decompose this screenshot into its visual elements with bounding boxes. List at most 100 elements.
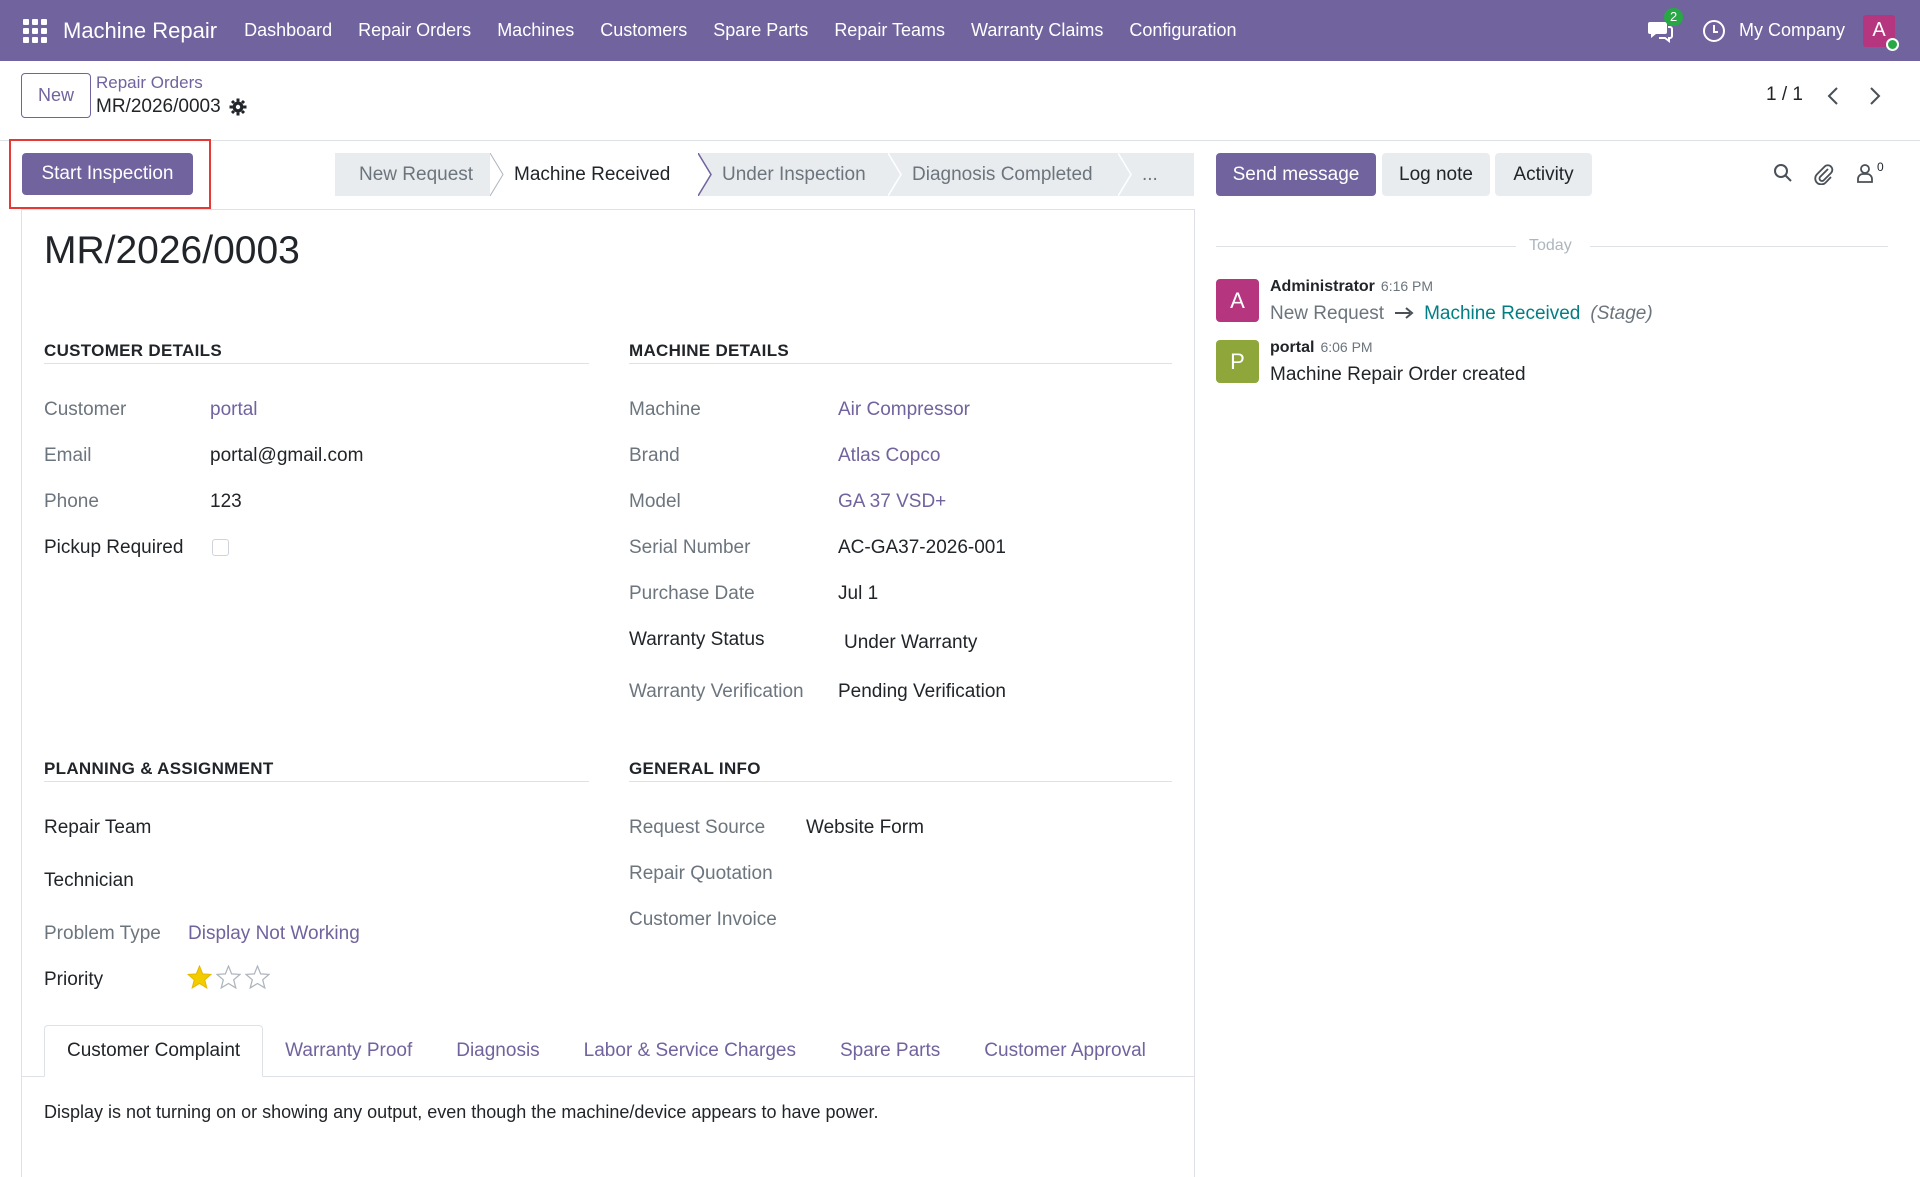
message-body: Machine Repair Order created xyxy=(1270,364,1526,385)
menu-repair-teams[interactable]: Repair Teams xyxy=(821,20,958,41)
customer-field[interactable]: portal xyxy=(210,399,258,421)
stage-label: Machine Received xyxy=(514,163,671,185)
email-label: Email xyxy=(44,445,92,466)
company-switcher[interactable]: My Company xyxy=(1739,20,1845,41)
control-panel-divider xyxy=(0,140,1920,141)
customer-label: Customer xyxy=(44,399,127,420)
stage-new-request[interactable]: New Request xyxy=(335,153,504,196)
breadcrumb-current-label: MR/2026/0003 xyxy=(96,96,221,117)
machine-field[interactable]: Air Compressor xyxy=(838,399,970,421)
stage-diagnosis-completed[interactable]: Diagnosis Completed xyxy=(888,153,1132,196)
pager-previous-icon[interactable] xyxy=(1826,86,1840,106)
star-empty-icon[interactable] xyxy=(215,964,242,994)
request-source-field[interactable]: Website Form xyxy=(806,817,924,839)
stage-label: ... xyxy=(1142,163,1158,185)
record-title[interactable]: MR/2026/0003 xyxy=(44,229,300,273)
gear-icon[interactable] xyxy=(229,98,247,116)
message-author: Administrator 6:16 PM xyxy=(1270,278,1433,296)
stage-label: Diagnosis Completed xyxy=(912,163,1093,185)
followers-count: 0 xyxy=(1877,160,1884,174)
model-field[interactable]: GA 37 VSD+ xyxy=(838,491,946,513)
paperclip-icon[interactable] xyxy=(1814,163,1834,190)
online-status-dot xyxy=(1886,37,1899,51)
date-separator-line xyxy=(1216,246,1516,247)
request-source-label: Request Source xyxy=(629,817,766,838)
app-name[interactable]: Machine Repair xyxy=(63,18,217,44)
tab-labor-service-charges[interactable]: Labor & Service Charges xyxy=(562,1025,818,1077)
apps-menu-icon[interactable] xyxy=(23,18,47,43)
author-name[interactable]: portal xyxy=(1270,339,1314,356)
warranty-status-field[interactable]: Under Warranty xyxy=(844,632,977,654)
breadcrumb-repair-orders[interactable]: Repair Orders xyxy=(96,73,203,93)
section-separator xyxy=(44,363,589,364)
notebook-tabs: Customer Complaint Warranty Proof Diagno… xyxy=(44,1025,1168,1077)
pickup-required-checkbox[interactable] xyxy=(212,539,229,556)
menu-configuration[interactable]: Configuration xyxy=(1116,20,1249,41)
menu-customers[interactable]: Customers xyxy=(587,20,700,41)
email-field[interactable]: portal@gmail.com xyxy=(210,445,363,467)
section-separator xyxy=(629,781,1172,782)
menu-warranty-claims[interactable]: Warranty Claims xyxy=(958,20,1116,41)
stage-statusbar: New Request Machine Received Under Inspe… xyxy=(335,153,1194,196)
tracking-new-value: Machine Received xyxy=(1424,303,1581,324)
phone-field[interactable]: 123 xyxy=(210,491,242,513)
stage-label: Under Inspection xyxy=(722,163,866,185)
machine-details-title: MACHINE DETAILS xyxy=(629,341,790,360)
phone-label: Phone xyxy=(44,491,99,512)
menu-dashboard[interactable]: Dashboard xyxy=(231,20,345,41)
breadcrumb-current: MR/2026/0003 xyxy=(96,96,247,118)
customer-invoice-label: Customer Invoice xyxy=(629,909,777,930)
problem-type-field[interactable]: Display Not Working xyxy=(188,923,360,945)
menu-repair-orders[interactable]: Repair Orders xyxy=(345,20,484,41)
star-empty-icon[interactable] xyxy=(244,964,271,994)
messages-badge: 2 xyxy=(1663,7,1684,26)
star-filled-icon[interactable] xyxy=(186,964,213,994)
serial-number-field[interactable]: AC-GA37-2026-001 xyxy=(838,537,1006,559)
tab-warranty-proof[interactable]: Warranty Proof xyxy=(263,1025,434,1077)
message-avatar[interactable]: A xyxy=(1216,279,1259,322)
stage-under-inspection[interactable]: Under Inspection xyxy=(698,153,902,196)
tab-diagnosis[interactable]: Diagnosis xyxy=(434,1025,561,1077)
serial-number-label: Serial Number xyxy=(629,537,751,558)
avatar-initial: A xyxy=(1230,287,1245,313)
activity-clock-icon[interactable] xyxy=(1702,19,1725,42)
date-separator-line xyxy=(1590,246,1888,247)
menu-machines[interactable]: Machines xyxy=(484,20,587,41)
warranty-verification-field[interactable]: Pending Verification xyxy=(838,681,1006,703)
tracking-field-name: (Stage) xyxy=(1590,303,1653,324)
stage-machine-received[interactable]: Machine Received xyxy=(490,153,712,196)
technician-label: Technician xyxy=(44,870,134,891)
tab-customer-complaint[interactable]: Customer Complaint xyxy=(44,1025,264,1077)
start-inspection-button[interactable]: Start Inspection xyxy=(22,153,193,195)
tab-spare-parts[interactable]: Spare Parts xyxy=(818,1025,962,1077)
new-button[interactable]: New xyxy=(21,73,91,118)
section-separator xyxy=(44,781,589,782)
followers-icon[interactable] xyxy=(1856,163,1874,188)
priority-widget[interactable] xyxy=(186,964,271,994)
tab-customer-approval[interactable]: Customer Approval xyxy=(962,1025,1168,1077)
tracking-message: New Request Machine Received (Stage) xyxy=(1270,303,1653,325)
send-message-button[interactable]: Send message xyxy=(1216,153,1376,196)
pager-next-icon[interactable] xyxy=(1868,86,1882,106)
pager-value[interactable]: 1 / 1 xyxy=(1766,84,1803,106)
message-author: portal 6:06 PM xyxy=(1270,339,1373,357)
search-icon[interactable] xyxy=(1773,163,1793,188)
brand-field[interactable]: Atlas Copco xyxy=(838,445,940,467)
log-note-button[interactable]: Log note xyxy=(1382,153,1490,196)
warranty-verification-label: Warranty Verification xyxy=(629,681,804,702)
menu-spare-parts[interactable]: Spare Parts xyxy=(700,20,821,41)
problem-type-label: Problem Type xyxy=(44,923,161,944)
purchase-date-field[interactable]: Jul 1 xyxy=(838,583,878,605)
user-avatar[interactable]: A xyxy=(1863,14,1899,51)
customer-complaint-text[interactable]: Display is not turning on or showing any… xyxy=(44,1102,879,1123)
activity-button[interactable]: Activity xyxy=(1495,153,1592,196)
message-time: 6:06 PM xyxy=(1320,339,1373,355)
stage-label: New Request xyxy=(359,163,474,185)
message-avatar[interactable]: P xyxy=(1216,340,1259,383)
customer-details-title: CUSTOMER DETAILS xyxy=(44,341,222,360)
top-navbar: Machine Repair Dashboard Repair Orders M… xyxy=(0,0,1920,61)
author-name[interactable]: Administrator xyxy=(1270,278,1375,295)
messages-icon[interactable]: 2 xyxy=(1647,7,1684,43)
priority-label: Priority xyxy=(44,969,104,990)
section-separator xyxy=(629,363,1172,364)
